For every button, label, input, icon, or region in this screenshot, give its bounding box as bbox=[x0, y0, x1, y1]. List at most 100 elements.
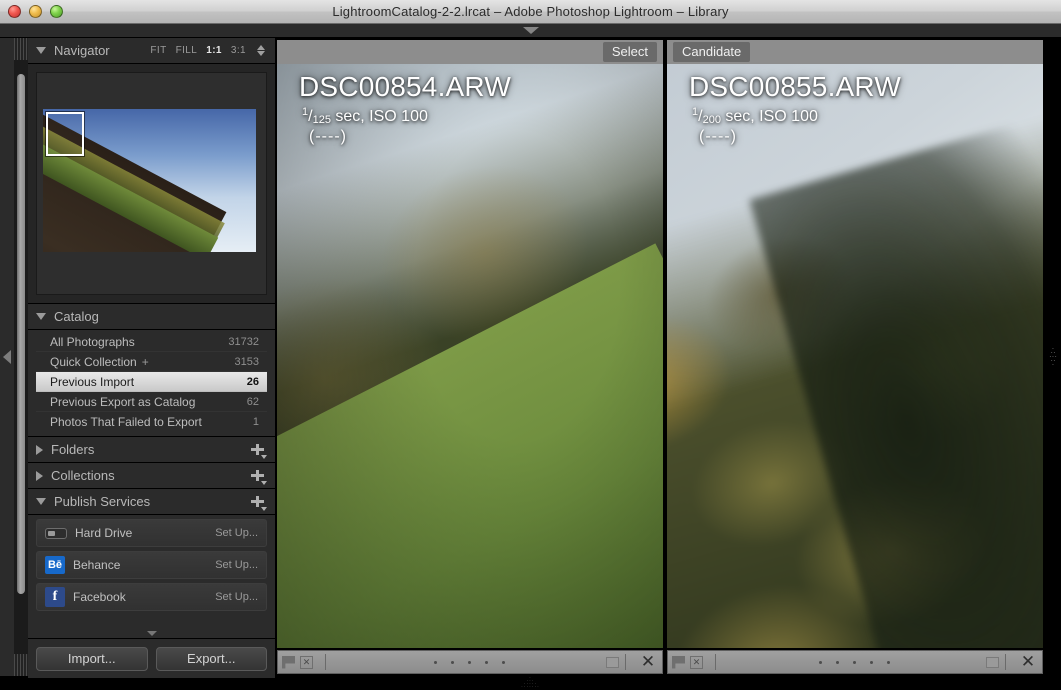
disclosure-triangle-open-icon[interactable] bbox=[36, 498, 46, 505]
panel-header-catalog[interactable]: Catalog bbox=[28, 304, 275, 330]
disclosure-triangle-closed-icon[interactable] bbox=[36, 444, 43, 455]
catalog-row-label: Previous Export as Catalog bbox=[50, 394, 196, 409]
top-panel-toggle[interactable] bbox=[0, 24, 1061, 38]
catalog-row-photos-that-failed-to-export[interactable]: Photos That Failed to Export 1 bbox=[36, 412, 267, 432]
star-5-icon[interactable] bbox=[501, 660, 505, 664]
candidate-photo[interactable]: DSC00855.ARW 1/200 sec, ISO 100 (----) bbox=[667, 64, 1043, 648]
flag-pick-icon[interactable] bbox=[672, 655, 685, 669]
publish-row-setup-link[interactable]: Set Up... bbox=[215, 527, 258, 539]
add-folder-icon[interactable] bbox=[251, 443, 267, 459]
catalog-row-label: Photos That Failed to Export bbox=[50, 415, 202, 429]
left-sidebar: Navigator FIT FILL 1:1 3:1 Catalog All P… bbox=[28, 38, 275, 676]
star-1-icon[interactable] bbox=[433, 660, 437, 664]
publish-row-facebook[interactable]: f Facebook Set Up... bbox=[36, 583, 267, 611]
candidate-badge: Candidate bbox=[673, 42, 751, 62]
sidebar-grip-bottom[interactable] bbox=[14, 654, 28, 676]
close-icon[interactable]: ✕ bbox=[638, 652, 658, 672]
catalog-row-count: 62 bbox=[246, 395, 259, 408]
catalog-title: Catalog bbox=[54, 309, 99, 324]
disclosure-triangle-open-icon[interactable] bbox=[36, 47, 46, 54]
star-5-icon[interactable] bbox=[886, 660, 890, 664]
toolbar-divider bbox=[325, 654, 326, 670]
chevron-down-icon bbox=[146, 630, 157, 636]
toolbar-divider bbox=[625, 654, 626, 670]
toolbar-divider bbox=[715, 654, 716, 670]
sidebar-scrollbar[interactable] bbox=[14, 38, 28, 676]
stepper-up-icon[interactable] bbox=[257, 45, 265, 50]
zoom-level-3-1[interactable]: 3:1 bbox=[231, 45, 246, 56]
facebook-icon: f bbox=[45, 587, 65, 607]
quick-collection-plus-icon[interactable]: + bbox=[142, 355, 149, 369]
flag-pick-icon[interactable] bbox=[282, 655, 295, 669]
catalog-row-label: Quick Collection + bbox=[50, 355, 235, 369]
close-icon[interactable]: ✕ bbox=[1018, 652, 1038, 672]
zoom-level-1-1[interactable]: 1:1 bbox=[206, 45, 222, 56]
publish-row-behance[interactable]: Bē Behance Set Up... bbox=[36, 551, 267, 579]
color-label-swatch[interactable] bbox=[606, 656, 619, 668]
star-4-icon[interactable] bbox=[869, 660, 873, 664]
zoom-level-fill[interactable]: FILL bbox=[176, 45, 198, 56]
publish-row-setup-link[interactable]: Set Up... bbox=[215, 559, 258, 571]
folders-title: Folders bbox=[51, 442, 95, 457]
compare-view: Select DSC00854.ARW 1/125 sec, ISO 100 (… bbox=[275, 38, 1045, 676]
star-1-icon[interactable] bbox=[818, 660, 822, 664]
panel-header-publish-services[interactable]: Publish Services bbox=[28, 489, 275, 515]
bottom-panel-toggle[interactable]: · ··· ····· ······· bbox=[0, 675, 1061, 690]
star-rating-control[interactable] bbox=[722, 660, 986, 664]
star-4-icon[interactable] bbox=[484, 660, 488, 664]
star-2-icon[interactable] bbox=[835, 660, 839, 664]
navigator-preview[interactable] bbox=[28, 64, 275, 304]
select-photo[interactable]: DSC00854.ARW 1/125 sec, ISO 100 (----) bbox=[277, 64, 663, 648]
left-panel-toggle[interactable] bbox=[0, 38, 14, 676]
catalog-row-previous-export-as-catalog[interactable]: Previous Export as Catalog 62 bbox=[36, 392, 267, 412]
sidebar-scrollbar-thumb[interactable] bbox=[17, 74, 25, 594]
sidebar-expand-toggle[interactable] bbox=[28, 628, 275, 638]
star-2-icon[interactable] bbox=[450, 660, 454, 664]
panel-header-collections[interactable]: Collections bbox=[28, 463, 275, 489]
panel-header-folders[interactable]: Folders bbox=[28, 437, 275, 463]
catalog-row-label: Previous Import bbox=[50, 374, 135, 389]
candidate-pane-toolbar: ✕ ✕ bbox=[667, 650, 1043, 674]
publish-row-setup-link[interactable]: Set Up... bbox=[215, 591, 258, 603]
star-3-icon[interactable] bbox=[467, 660, 471, 664]
disclosure-triangle-closed-icon[interactable] bbox=[36, 470, 43, 481]
zoom-level-fit[interactable]: FIT bbox=[150, 45, 166, 56]
publish-row-label: Behance bbox=[73, 558, 121, 572]
export-button[interactable]: Export... bbox=[155, 646, 267, 671]
navigator-viewport-rectangle[interactable] bbox=[46, 112, 84, 156]
navigator-title: Navigator bbox=[54, 43, 110, 58]
catalog-row-count: 3153 bbox=[234, 355, 259, 368]
disclosure-triangle-open-icon[interactable] bbox=[36, 313, 46, 320]
sidebar-grip-top[interactable] bbox=[14, 38, 28, 60]
catalog-row-quick-collection[interactable]: Quick Collection + 3153 bbox=[36, 352, 267, 372]
chevron-right-icon: · ·· ··· ·· · bbox=[1049, 344, 1057, 369]
publish-row-hard-drive[interactable]: Hard Drive Set Up... bbox=[36, 519, 267, 547]
publish-row-label: Hard Drive bbox=[75, 526, 133, 540]
publish-row-label: Facebook bbox=[73, 590, 126, 604]
window-title: LightroomCatalog-2-2.lrcat – Adobe Photo… bbox=[332, 4, 729, 19]
chevron-up-icon: · ··· ····· ······· bbox=[521, 675, 540, 690]
candidate-pane-header: Candidate bbox=[667, 40, 1043, 64]
right-panel-toggle[interactable]: · ·· ··· ·· · bbox=[1045, 38, 1061, 676]
color-label-swatch[interactable] bbox=[986, 656, 999, 668]
stepper-down-icon[interactable] bbox=[257, 51, 265, 56]
flag-reject-icon[interactable]: ✕ bbox=[690, 655, 703, 669]
star-rating-control[interactable] bbox=[332, 660, 606, 664]
compare-pane-select[interactable]: Select DSC00854.ARW 1/125 sec, ISO 100 (… bbox=[275, 38, 665, 676]
star-3-icon[interactable] bbox=[852, 660, 856, 664]
catalog-row-label: All Photographs bbox=[50, 334, 135, 349]
catalog-row-all-photographs[interactable]: All Photographs 31732 bbox=[36, 332, 267, 352]
panel-header-navigator[interactable]: Navigator FIT FILL 1:1 3:1 bbox=[28, 38, 275, 64]
add-publish-service-icon[interactable] bbox=[251, 495, 267, 511]
import-button[interactable]: Import... bbox=[36, 646, 148, 671]
flag-reject-icon[interactable]: ✕ bbox=[300, 655, 313, 669]
publish-services-title: Publish Services bbox=[54, 494, 151, 509]
chevron-left-icon bbox=[3, 350, 11, 364]
compare-pane-candidate[interactable]: Candidate DSC00855.ARW 1/200 sec, ISO 10… bbox=[665, 38, 1045, 676]
catalog-row-count: 31732 bbox=[228, 335, 259, 348]
catalog-row-previous-import[interactable]: Previous Import 26 bbox=[36, 372, 267, 392]
add-collection-icon[interactable] bbox=[251, 469, 267, 485]
sidebar-footer: Import... Export... bbox=[28, 638, 275, 678]
zoom-stepper[interactable] bbox=[257, 45, 265, 56]
select-pane-toolbar: ✕ ✕ bbox=[277, 650, 663, 674]
